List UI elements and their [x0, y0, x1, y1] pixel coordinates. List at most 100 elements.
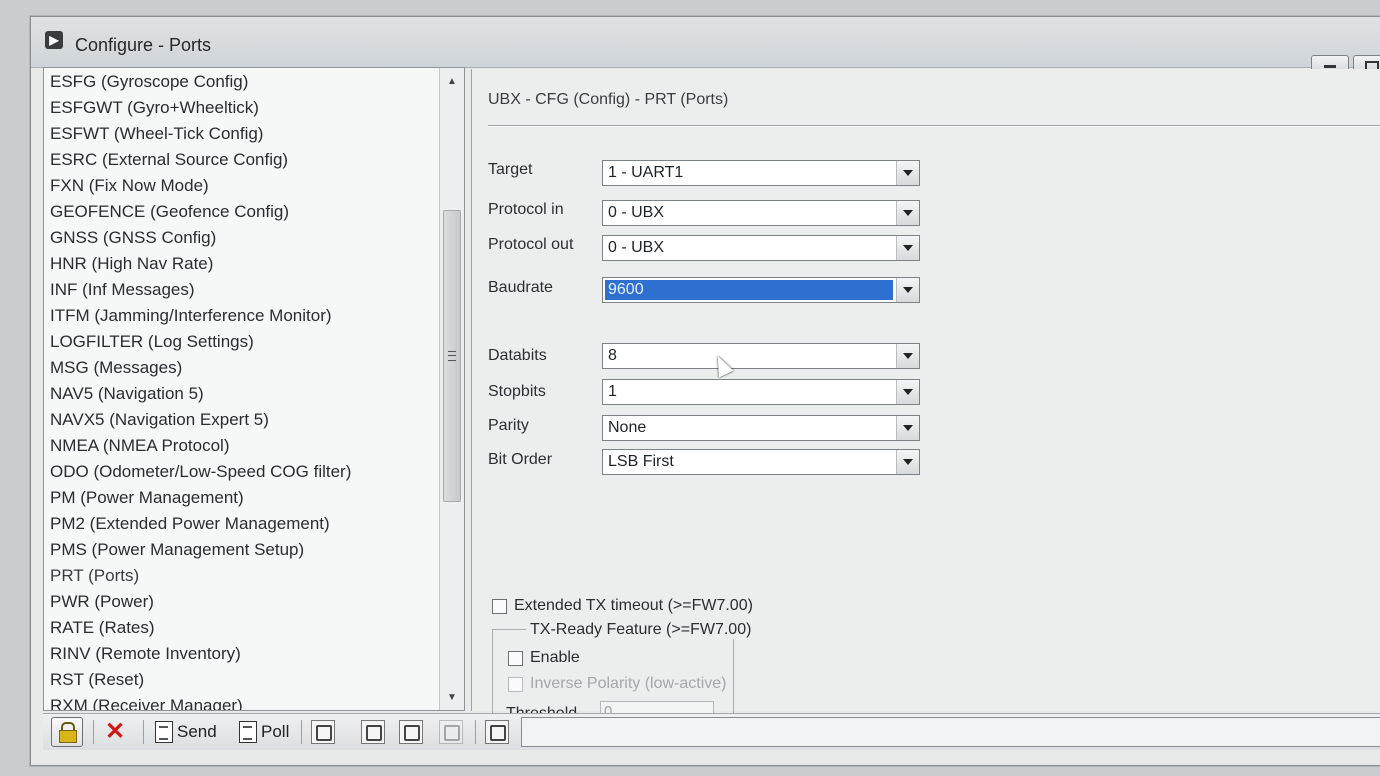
lock-button[interactable]	[51, 717, 83, 747]
config-panel: UBX - CFG (Config) - PRT (Ports) Target …	[471, 69, 1380, 730]
chevron-down-icon[interactable]	[896, 278, 919, 302]
poll-button[interactable]: Poll	[239, 718, 289, 746]
lock-icon	[51, 717, 83, 747]
protocol-out-select[interactable]: 0 - UBX	[602, 235, 920, 261]
inverse-polarity-checkbox	[508, 677, 523, 692]
list-scrollbar[interactable]: ▲ ▼	[439, 68, 464, 710]
list-item[interactable]: ESFWT (Wheel-Tick Config)	[44, 121, 438, 147]
scroll-down-icon[interactable]: ▼	[440, 688, 464, 708]
configure-window: ▶ Configure - Ports ESFG (Gyroscope Conf…	[30, 16, 1380, 766]
window-title: Configure - Ports	[75, 35, 212, 55]
chevron-down-icon[interactable]	[896, 236, 919, 260]
baudrate-select[interactable]: 9600	[602, 277, 920, 303]
list-item[interactable]: ODO (Odometer/Low-Speed COG filter)	[44, 459, 438, 485]
list-item[interactable]: NAVX5 (Navigation Expert 5)	[44, 407, 438, 433]
target-value: 1 - UART1	[608, 164, 684, 181]
protocol-out-value: 0 - UBX	[608, 239, 665, 256]
cancel-button[interactable]: ✕	[105, 718, 127, 746]
app-icon: ▶	[45, 31, 63, 49]
copy-icon	[361, 720, 385, 744]
protocol-out-label: Protocol out	[488, 236, 574, 253]
send-label: Send	[177, 722, 217, 741]
list-item[interactable]: GNSS (GNSS Config)	[44, 225, 438, 251]
databits-value: 8	[608, 347, 617, 364]
chevron-down-icon[interactable]	[896, 201, 919, 225]
list-item[interactable]: MSG (Messages)	[44, 355, 438, 381]
title-bar: ▶ Configure - Ports	[31, 17, 1380, 79]
list-item[interactable]: ITFM (Jamming/Interference Monitor)	[44, 303, 438, 329]
bit-order-value: LSB First	[608, 453, 674, 470]
chevron-down-icon[interactable]	[896, 380, 919, 404]
inverse-polarity-label: Inverse Polarity (low-active)	[530, 675, 727, 692]
settings-icon	[311, 720, 335, 744]
bottom-toolbar: ✕ Send Poll	[43, 713, 1380, 750]
send-icon	[155, 721, 173, 743]
chevron-down-icon[interactable]	[896, 344, 919, 368]
status-field	[521, 717, 1380, 747]
databits-label: Databits	[488, 347, 547, 364]
list-item[interactable]: LOGFILTER (Log Settings)	[44, 329, 438, 355]
list-item[interactable]: NMEA (NMEA Protocol)	[44, 433, 438, 459]
enable-label: Enable	[530, 649, 580, 666]
databits-select[interactable]: 8	[602, 343, 920, 369]
message-list-panel: ESFG (Gyroscope Config) ESFGWT (Gyro+Whee…	[43, 67, 465, 711]
toolbar-separator	[93, 720, 94, 744]
tool-button-5[interactable]	[485, 718, 509, 746]
chevron-down-icon[interactable]	[896, 161, 919, 185]
list-item[interactable]: RATE (Rates)	[44, 615, 438, 641]
list-item[interactable]: PRT (Ports)	[44, 563, 438, 589]
list-item[interactable]: ESFG (Gyroscope Config)	[44, 69, 438, 95]
baudrate-value: 9600	[605, 280, 893, 300]
tool-button-3[interactable]	[399, 718, 423, 746]
stopbits-label: Stopbits	[488, 383, 546, 400]
toolbar-separator	[301, 720, 302, 744]
list-item[interactable]: RINV (Remote Inventory)	[44, 641, 438, 667]
grip-icon	[448, 351, 456, 361]
transfer-icon	[399, 720, 423, 744]
list-icon	[439, 720, 463, 744]
parity-label: Parity	[488, 417, 529, 434]
close-icon: ✕	[105, 718, 126, 745]
tx-ready-legend: TX-Ready Feature (>=FW7.00)	[526, 621, 756, 639]
extended-tx-timeout-checkbox[interactable]	[492, 599, 507, 614]
protocol-in-value: 0 - UBX	[608, 204, 665, 221]
list-item[interactable]: INF (Inf Messages)	[44, 277, 438, 303]
scroll-thumb[interactable]	[443, 210, 461, 502]
message-list[interactable]: ESFG (Gyroscope Config) ESFGWT (Gyro+Whee…	[44, 68, 438, 710]
toolbar-separator	[143, 720, 144, 744]
tool-button-4	[439, 718, 463, 746]
list-item[interactable]: PM (Power Management)	[44, 485, 438, 511]
list-item[interactable]: NAV5 (Navigation 5)	[44, 381, 438, 407]
tool-button-2[interactable]	[361, 718, 385, 746]
protocol-in-select[interactable]: 0 - UBX	[602, 200, 920, 226]
extended-tx-timeout-label: Extended TX timeout (>=FW7.00)	[514, 597, 753, 614]
baudrate-label: Baudrate	[488, 279, 553, 296]
list-item[interactable]: HNR (High Nav Rate)	[44, 251, 438, 277]
list-item[interactable]: PM2 (Extended Power Management)	[44, 511, 438, 537]
poll-label: Poll	[261, 722, 290, 741]
enable-checkbox[interactable]	[508, 651, 523, 666]
send-button[interactable]: Send	[155, 718, 217, 746]
list-item[interactable]: ESFGWT (Gyro+Wheeltick)	[44, 95, 438, 121]
chevron-down-icon[interactable]	[896, 416, 919, 440]
list-item[interactable]: GEOFENCE (Geofence Config)	[44, 199, 438, 225]
list-item[interactable]: RST (Reset)	[44, 667, 438, 693]
list-item[interactable]: PMS (Power Management Setup)	[44, 537, 438, 563]
minimize-icon	[1324, 65, 1336, 68]
tool-button-1[interactable]	[311, 718, 335, 746]
target-select[interactable]: 1 - UART1	[602, 160, 920, 186]
stopbits-value: 1	[608, 383, 617, 400]
section-title: UBX - CFG (Config) - PRT (Ports)	[488, 91, 729, 108]
bit-order-select[interactable]: LSB First	[602, 449, 920, 475]
chevron-down-icon[interactable]	[896, 450, 919, 474]
scroll-up-icon[interactable]: ▲	[440, 72, 464, 92]
list-item[interactable]: ESRC (External Source Config)	[44, 147, 438, 173]
poll-icon	[239, 721, 257, 743]
stopbits-select[interactable]: 1	[602, 379, 920, 405]
list-item[interactable]: PWR (Power)	[44, 589, 438, 615]
divider	[488, 125, 1380, 127]
list-item[interactable]: FXN (Fix Now Mode)	[44, 173, 438, 199]
bit-order-label: Bit Order	[488, 451, 553, 468]
list-item[interactable]: RXM (Receiver Manager)	[44, 693, 438, 710]
parity-select[interactable]: None	[602, 415, 920, 441]
